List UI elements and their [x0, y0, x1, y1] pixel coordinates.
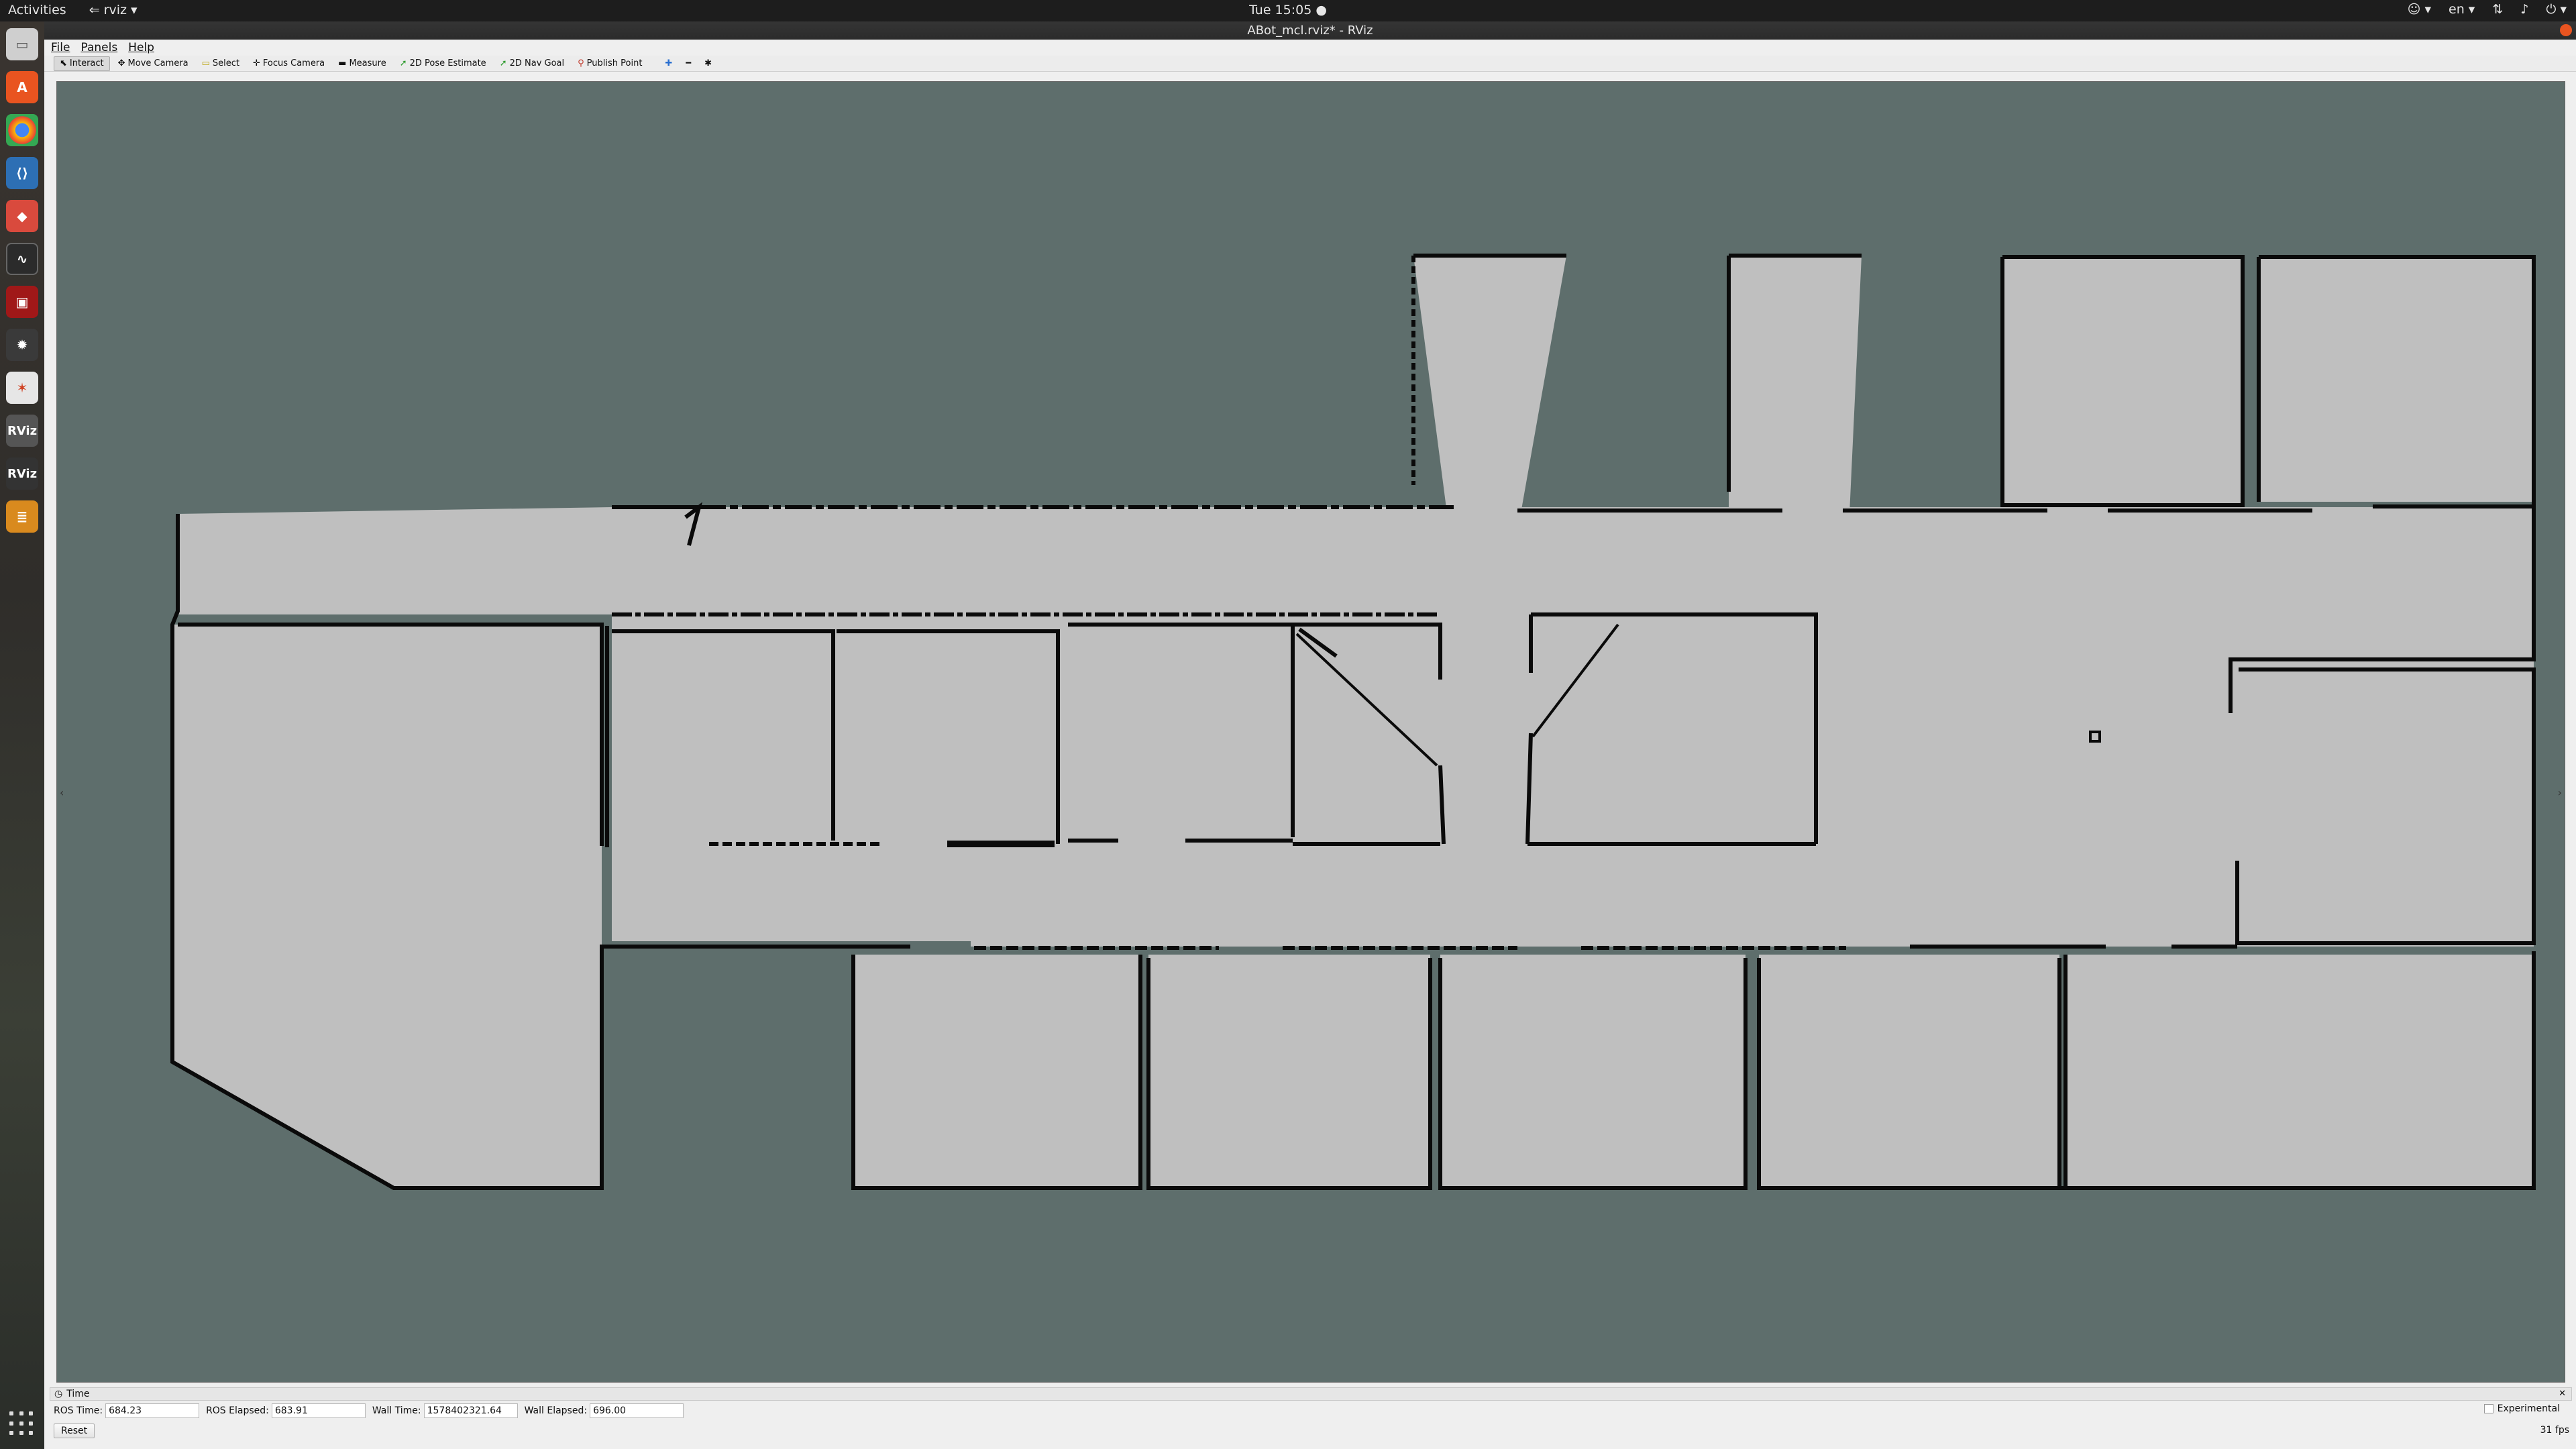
wall-elapsed-label: Wall Elapsed:	[524, 1405, 588, 1416]
menu-bar: File Panels Help	[44, 40, 2576, 56]
git-icon[interactable]: ◆	[6, 200, 38, 232]
measure-tool-button[interactable]: ▬ Measure	[333, 56, 392, 71]
ros-time-field[interactable]: 684.23	[105, 1403, 200, 1418]
focus-camera-label: Focus Camera	[262, 58, 325, 68]
app-menu-label: rviz	[103, 3, 127, 17]
3d-view-map[interactable]: ‹ ›	[56, 81, 2565, 1383]
wall-elapsed-field[interactable]: 696.00	[590, 1403, 684, 1418]
wall-time-field[interactable]: 1578402321.64	[423, 1403, 518, 1418]
rviz-icon[interactable]: RViz	[6, 458, 38, 490]
power-icon[interactable]: ⏻ ▾	[2546, 2, 2567, 17]
ruler-icon: ▬	[338, 58, 347, 68]
rviz-window: ABot_mcl.rviz* - RViz File Panels Help ⬉…	[44, 21, 2576, 1449]
cursor-icon: ⬉	[60, 58, 67, 68]
window-title: ABot_mcl.rviz* - RViz	[1247, 23, 1373, 38]
time-panel: ◷ Time ✕ ROS Time: 684.23 ROS Elapsed: 6…	[50, 1387, 2572, 1446]
green-arrow-icon: ➚	[499, 58, 507, 68]
add-tool-button[interactable]: ✚	[659, 56, 678, 71]
fps-readout: 31 fps	[2540, 1425, 2569, 1436]
dock: ▭ A ⟨⟩ ◆ ∿ ▣ ✹ ✶ RViz RViz ≣	[0, 21, 44, 1449]
experimental-checkbox[interactable]	[2483, 1404, 2493, 1413]
menu-help[interactable]: Help	[128, 40, 154, 56]
left-collapse-handle[interactable]: ‹	[60, 786, 64, 799]
layers-icon[interactable]: ≣	[6, 500, 38, 533]
remove-tool-button[interactable]: ━	[680, 56, 696, 71]
close-window-icon[interactable]	[2560, 24, 2572, 36]
vscode-icon[interactable]: ⟨⟩	[6, 157, 38, 189]
move-camera-label: Move Camera	[127, 58, 189, 68]
close-icon[interactable]: ✕	[2559, 1389, 2566, 1399]
network-icon[interactable]: ⇅	[2492, 2, 2503, 17]
ros-elapsed-label: ROS Elapsed:	[206, 1405, 269, 1416]
terminal-icon[interactable]: ▣	[6, 286, 38, 318]
interact-tool-button[interactable]: ⬉ Interact	[54, 56, 110, 71]
interact-label: Interact	[69, 58, 104, 68]
select-box-icon: ▭	[201, 58, 210, 68]
files-icon[interactable]: ▭	[6, 28, 38, 60]
window-titlebar[interactable]: ABot_mcl.rviz* - RViz	[44, 21, 2576, 40]
notification-dot-icon: ●	[1311, 3, 1327, 17]
rqt-icon[interactable]: ✶	[6, 372, 38, 404]
app-menu[interactable]: ⇐ rviz ▾	[89, 3, 138, 17]
minus-icon: ━	[686, 58, 692, 68]
menu-file[interactable]: File	[51, 40, 70, 56]
rviz-icon[interactable]: RViz	[6, 415, 38, 447]
map-pin-icon: ⚲	[578, 58, 584, 68]
pose-estimate-tool-button[interactable]: ➚ 2D Pose Estimate	[394, 56, 492, 71]
system-monitor-icon[interactable]: ∿	[6, 243, 38, 275]
occupancy-grid-map	[170, 254, 2536, 1190]
move-camera-tool-button[interactable]: ✥ Move Camera	[113, 56, 194, 71]
ros-time-label: ROS Time:	[54, 1405, 103, 1416]
crosshair-icon: ✛	[252, 58, 260, 68]
plus-icon: ✚	[665, 58, 673, 68]
nav-goal-label: 2D Nav Goal	[509, 58, 565, 68]
publish-point-label: Publish Point	[586, 58, 643, 68]
tools-toolbar: ⬉ Interact ✥ Move Camera ▭ Select ✛ Focu…	[44, 56, 2576, 72]
time-panel-header[interactable]: ◷ Time ✕	[50, 1387, 2572, 1401]
measure-label: Measure	[349, 58, 386, 68]
clock-icon: ◷	[54, 1389, 63, 1399]
reset-button[interactable]: Reset	[54, 1424, 95, 1438]
experimental-label: Experimental	[2497, 1403, 2560, 1414]
volume-icon[interactable]: ♪	[2520, 2, 2528, 17]
right-collapse-handle[interactable]: ›	[2558, 786, 2562, 799]
menu-panels[interactable]: Panels	[80, 40, 117, 56]
chrome-icon[interactable]	[6, 114, 38, 146]
move-icon: ✥	[117, 58, 125, 68]
clock[interactable]: Tue 15:05	[1249, 3, 1311, 17]
accessibility-icon[interactable]: ☺ ▾	[2408, 2, 2431, 17]
gear-icon[interactable]: ✹	[6, 329, 38, 361]
experimental-toggle[interactable]: Experimental	[2483, 1403, 2560, 1414]
green-arrow-icon: ➚	[399, 58, 407, 68]
publish-point-tool-button[interactable]: ⚲ Publish Point	[572, 56, 647, 71]
focus-camera-tool-button[interactable]: ✛ Focus Camera	[248, 56, 330, 71]
nav-goal-tool-button[interactable]: ➚ 2D Nav Goal	[494, 56, 570, 71]
language-indicator[interactable]: en ▾	[2449, 2, 2475, 17]
select-label: Select	[212, 58, 239, 68]
select-tool-button[interactable]: ▭ Select	[197, 56, 245, 71]
free-space	[172, 256, 2534, 1188]
language-label: en	[2449, 2, 2465, 17]
show-applications-icon[interactable]	[9, 1411, 35, 1437]
activities-button[interactable]: Activities	[8, 3, 66, 17]
system-top-bar: Activities ⇐ rviz ▾ Tue 15:05 ● ☺ ▾ en ▾…	[0, 0, 2576, 21]
wall-time-label: Wall Time:	[372, 1405, 421, 1416]
tool-properties-button[interactable]: ✱	[699, 56, 717, 71]
pose-estimate-label: 2D Pose Estimate	[409, 58, 486, 68]
gear-icon: ✱	[704, 58, 712, 68]
ros-elapsed-field[interactable]: 683.91	[271, 1403, 366, 1418]
time-panel-title: Time	[66, 1389, 90, 1399]
software-center-icon[interactable]: A	[6, 71, 38, 103]
